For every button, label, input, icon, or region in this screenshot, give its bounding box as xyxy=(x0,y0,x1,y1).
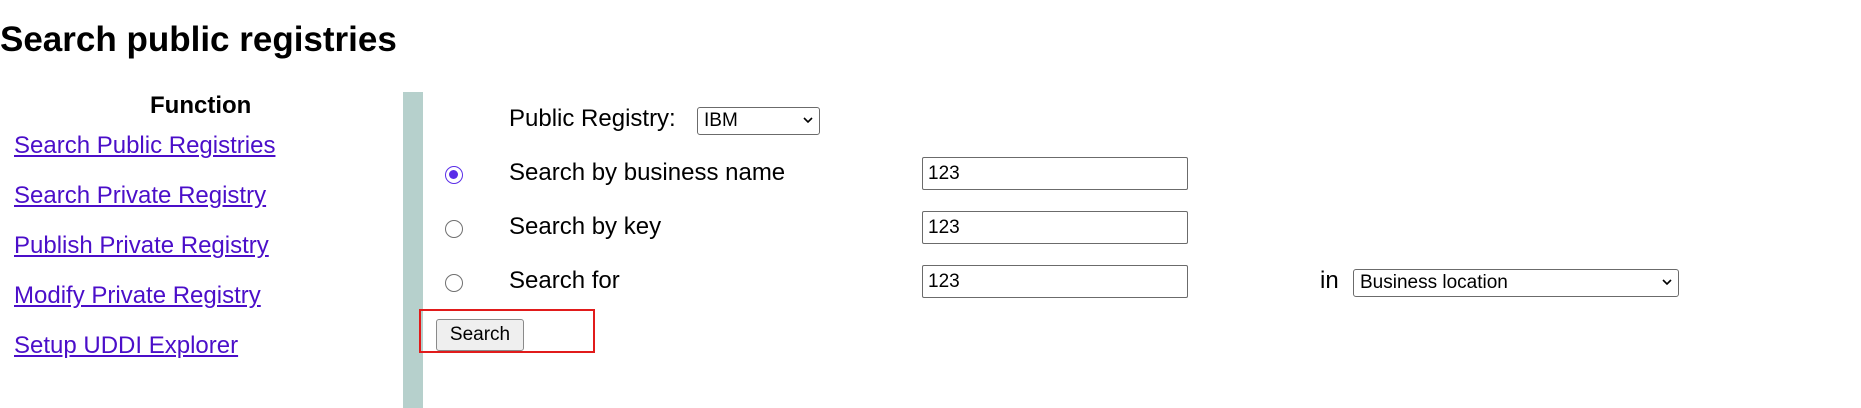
search-by-key-label: Search by key xyxy=(509,213,662,240)
search-in-select[interactable]: Business location xyxy=(1353,269,1679,297)
search-by-business-name-label: Search by business name xyxy=(509,159,786,186)
public-registry-label: Public Registry: xyxy=(509,105,676,132)
key-input[interactable] xyxy=(922,211,1188,244)
chevron-down-icon xyxy=(803,117,813,124)
public-registry-select[interactable]: IBM xyxy=(697,107,820,135)
public-registry-selected: IBM xyxy=(704,110,738,131)
function-heading: Function xyxy=(150,92,252,119)
search-button[interactable]: Search xyxy=(436,319,524,351)
sidebar-item-search-public-registries[interactable]: Search Public Registries xyxy=(14,132,275,160)
radio-search-for[interactable] xyxy=(445,274,463,292)
panel-divider xyxy=(403,92,423,408)
page-title: Search public registries xyxy=(0,20,397,59)
search-for-label: Search for xyxy=(509,267,620,294)
sidebar-item-setup-uddi-explorer[interactable]: Setup UDDI Explorer xyxy=(14,332,238,360)
radio-search-by-business-name[interactable] xyxy=(445,166,463,184)
in-label: in xyxy=(1320,267,1339,294)
sidebar-item-modify-private-registry[interactable]: Modify Private Registry xyxy=(14,282,261,310)
radio-search-by-key[interactable] xyxy=(445,220,463,238)
search-in-selected: Business location xyxy=(1360,272,1508,293)
sidebar-item-search-private-registry[interactable]: Search Private Registry xyxy=(14,182,266,210)
search-for-input[interactable] xyxy=(922,265,1188,298)
business-name-input[interactable] xyxy=(922,157,1188,190)
chevron-down-icon xyxy=(1662,279,1672,286)
sidebar-item-publish-private-registry[interactable]: Publish Private Registry xyxy=(14,232,269,260)
